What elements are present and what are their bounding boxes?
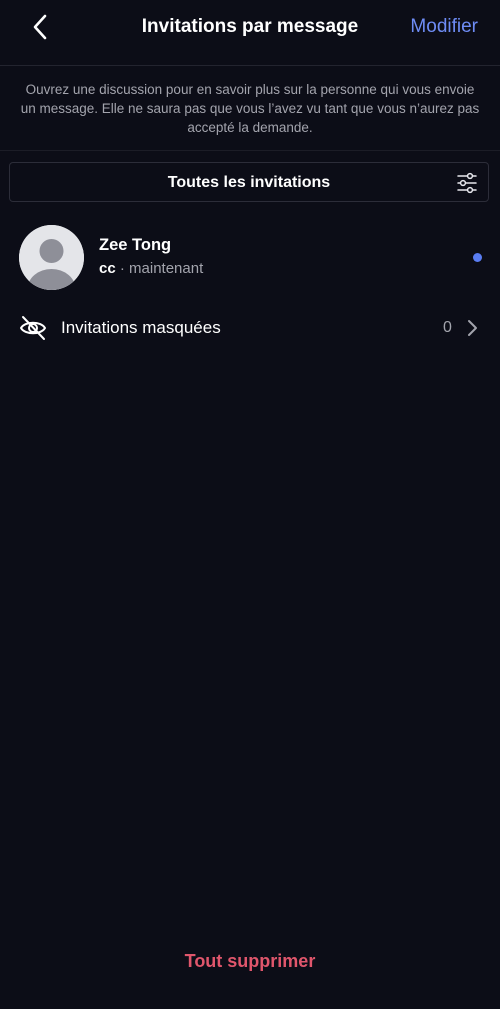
request-sender-name: Zee Tong <box>99 236 172 254</box>
back-button[interactable] <box>26 12 54 42</box>
hidden-requests-count: 0 <box>443 319 452 336</box>
hidden-requests-row[interactable]: Invitations masquées 0 <box>0 308 500 348</box>
section-divider <box>0 150 500 151</box>
chevron-right-icon <box>468 320 477 336</box>
sliders-icon[interactable] <box>456 172 478 194</box>
chevron-left-icon <box>33 14 47 40</box>
delete-all-button[interactable]: Tout supprimer <box>0 951 500 972</box>
separator: · <box>115 260 130 277</box>
timestamp: maintenant <box>129 260 204 277</box>
avatar <box>19 225 84 290</box>
header: Invitations par message Modifier <box>0 0 500 56</box>
request-subtitle: cc · maintenant <box>99 260 203 277</box>
header-divider <box>0 65 500 66</box>
info-text: Ouvrez une discussion pour en savoir plu… <box>20 82 480 135</box>
request-row[interactable]: Zee Tong cc · maintenant <box>0 222 500 294</box>
default-avatar-icon <box>19 225 84 290</box>
filter-dropdown[interactable]: Toutes les invitations <box>9 162 489 202</box>
message-preview: cc <box>99 260 116 277</box>
filter-label: Toutes les invitations <box>167 174 331 191</box>
edit-button[interactable]: Modifier <box>410 16 478 38</box>
hidden-requests-label: Invitations masquées <box>61 318 221 337</box>
eye-off-icon <box>20 316 46 340</box>
message-requests-screen: Invitations par message Modifier Ouvrez … <box>0 0 500 1009</box>
unread-indicator <box>473 253 482 262</box>
